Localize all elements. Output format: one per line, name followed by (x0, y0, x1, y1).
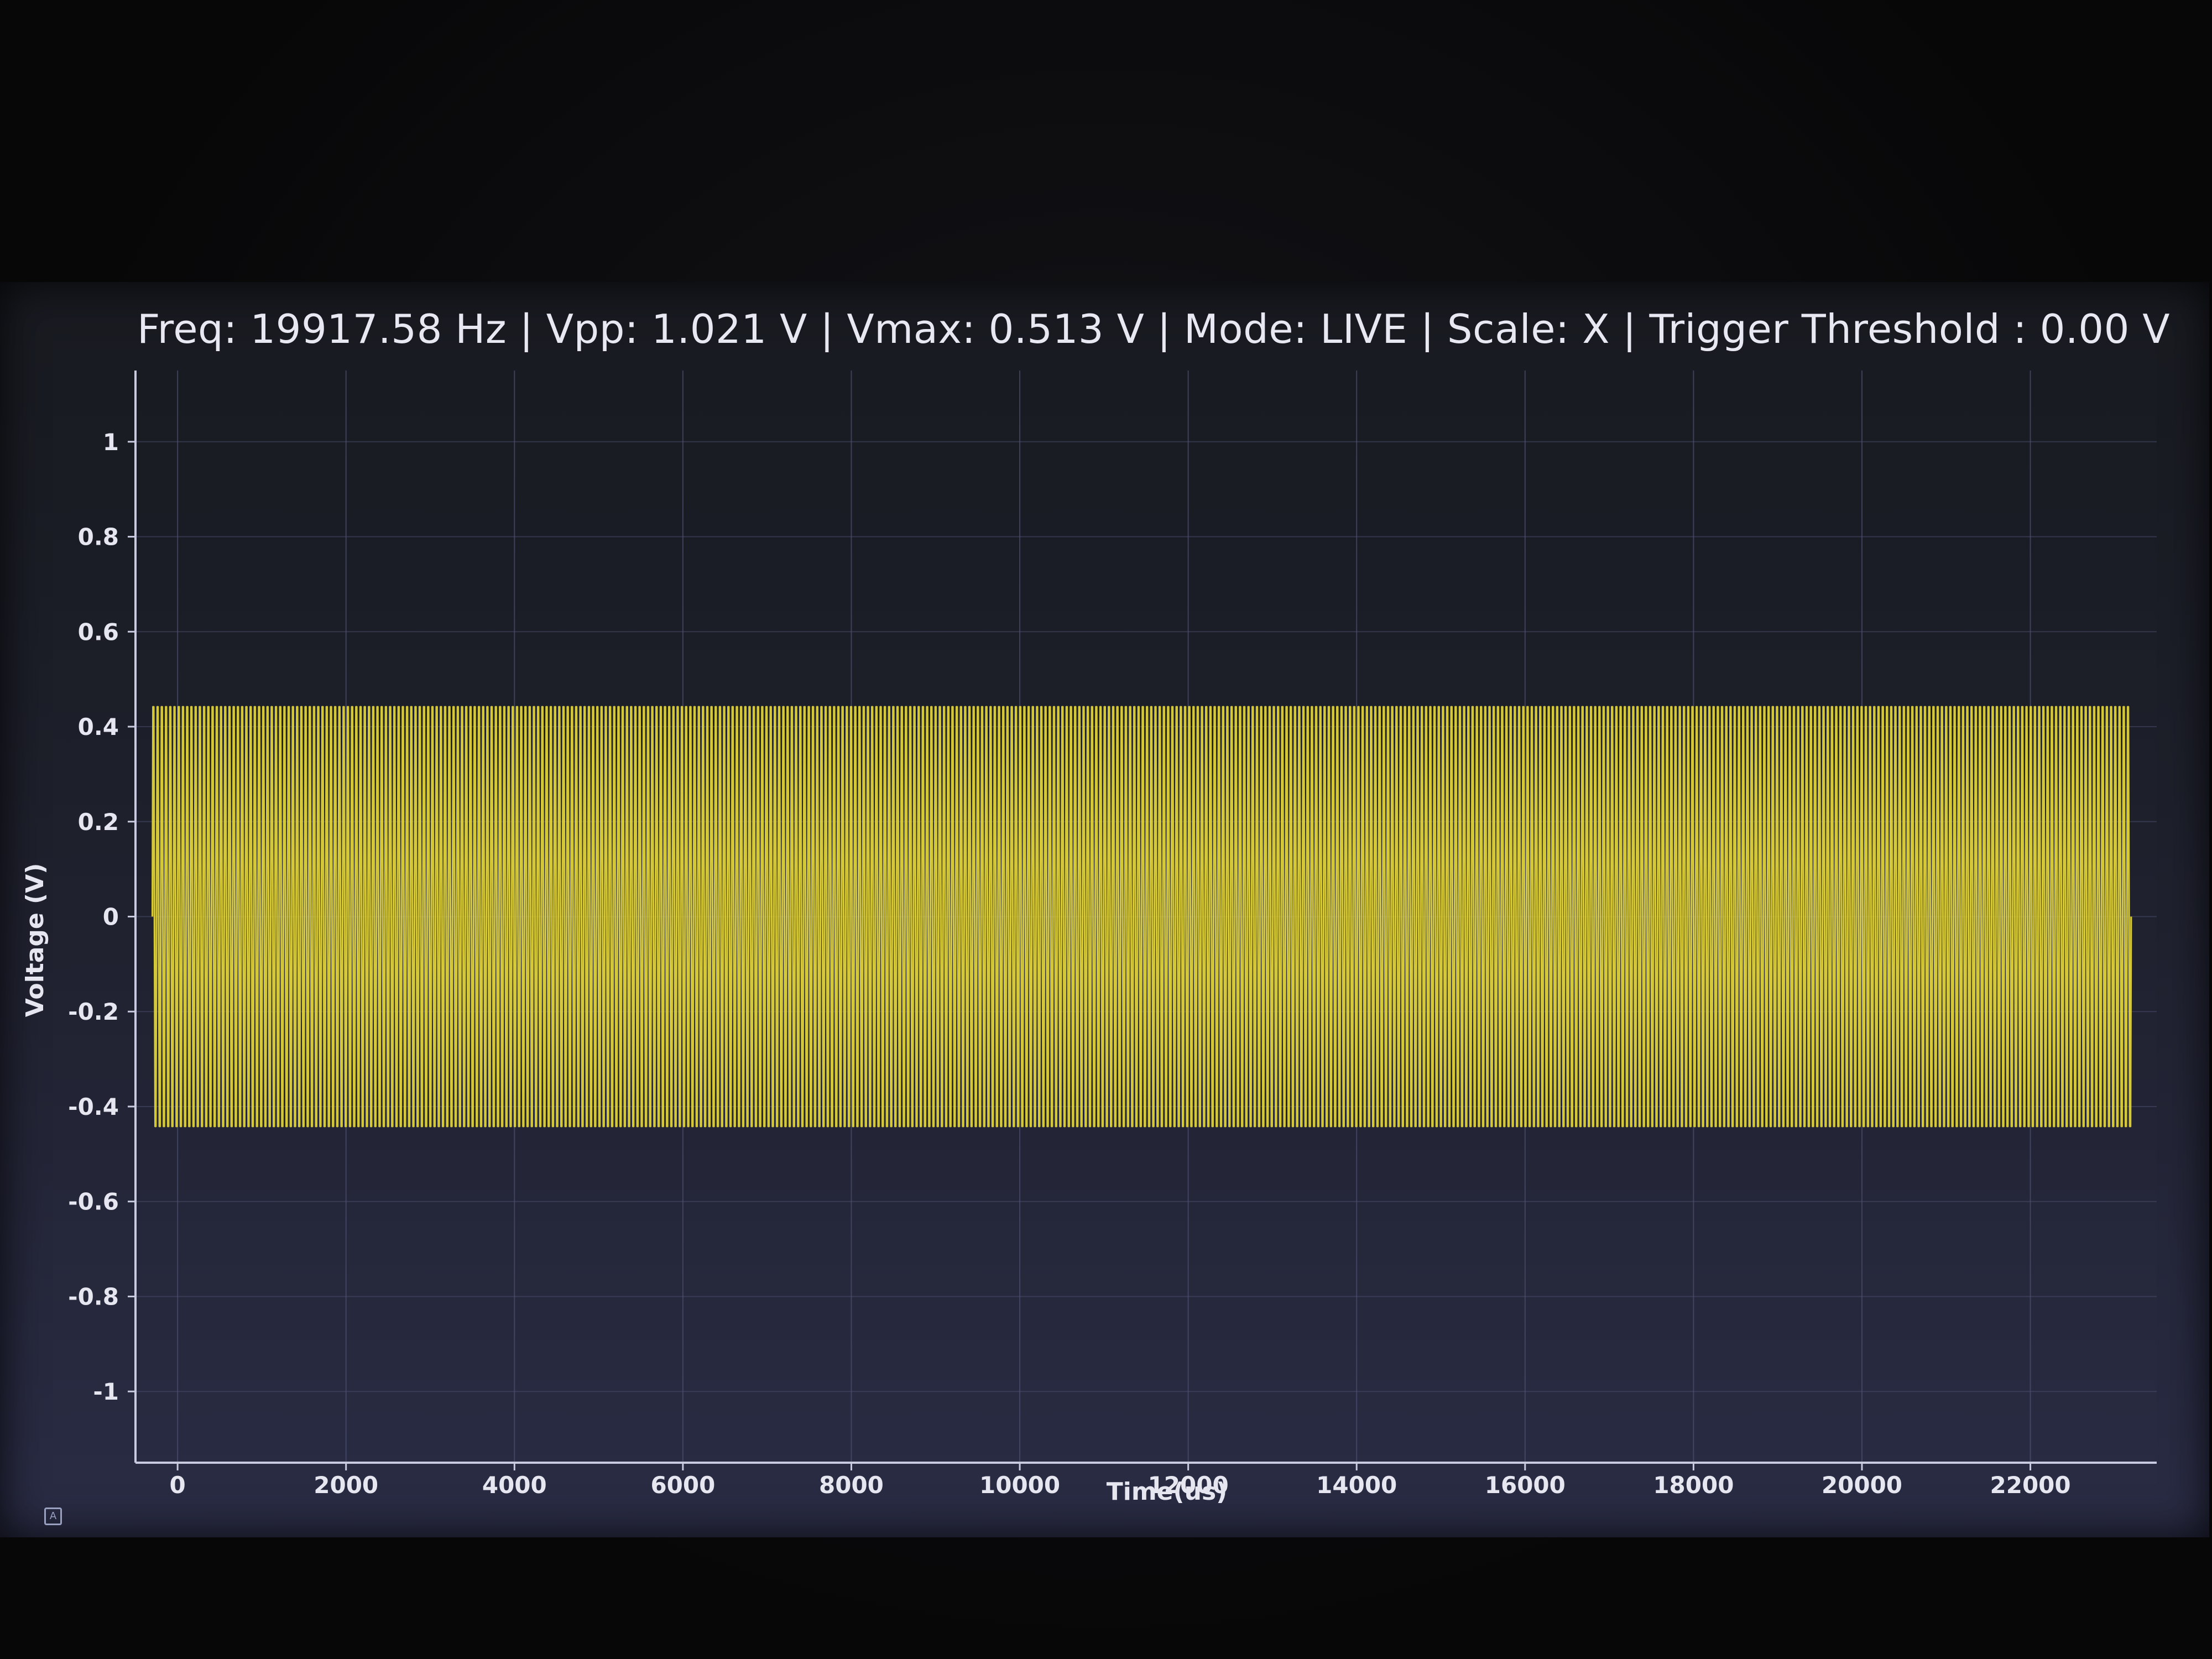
y-tick-label: 0.6 (78, 618, 119, 645)
x-tick-label: 6000 (650, 1472, 715, 1499)
y-tick-label: 0.8 (78, 524, 119, 551)
voltage-time-plot[interactable]: 1 0.8 0.6 0.4 0.2 0 -0.2 -0.4 -0.6 -0.8 -1 0 2000 40… (0, 0, 2212, 1659)
x-tick-label: 20000 (1822, 1472, 1902, 1499)
x-tick-label: 22000 (1990, 1472, 2071, 1499)
x-tick-label: 18000 (1653, 1472, 1734, 1499)
y-tick-label: 0 (103, 904, 119, 931)
x-tick-label: 14000 (1316, 1472, 1397, 1499)
y-tick-label: -0.6 (68, 1188, 119, 1215)
y-tick-label: -0.8 (68, 1283, 119, 1310)
signal-trace-path (151, 706, 2132, 1128)
x-tick-label: 0 (170, 1472, 186, 1499)
signal-trace (151, 706, 2132, 1128)
y-tick-label: -0.2 (68, 998, 119, 1025)
x-tick-label: 4000 (482, 1472, 547, 1499)
y-tick-label: 1 (103, 429, 119, 456)
plot-options-icon[interactable]: A (44, 1507, 62, 1525)
y-tick-label: 0.4 (78, 713, 119, 740)
x-axis-title: Time(us) (1107, 1478, 1228, 1506)
x-tick-label: 2000 (314, 1472, 378, 1499)
y-axis-title: Voltage (V) (21, 863, 49, 1018)
y-tick-labels: 1 0.8 0.6 0.4 0.2 0 -0.2 -0.4 -0.6 -0.8 -1 (68, 429, 119, 1405)
x-tick-label: 8000 (819, 1472, 884, 1499)
x-tick-label: 16000 (1485, 1472, 1566, 1499)
x-tick-label: 10000 (979, 1472, 1060, 1499)
y-tick-label: -1 (93, 1378, 119, 1405)
y-tick-label: 0.2 (78, 808, 119, 836)
y-tick-label: -0.4 (68, 1093, 119, 1120)
